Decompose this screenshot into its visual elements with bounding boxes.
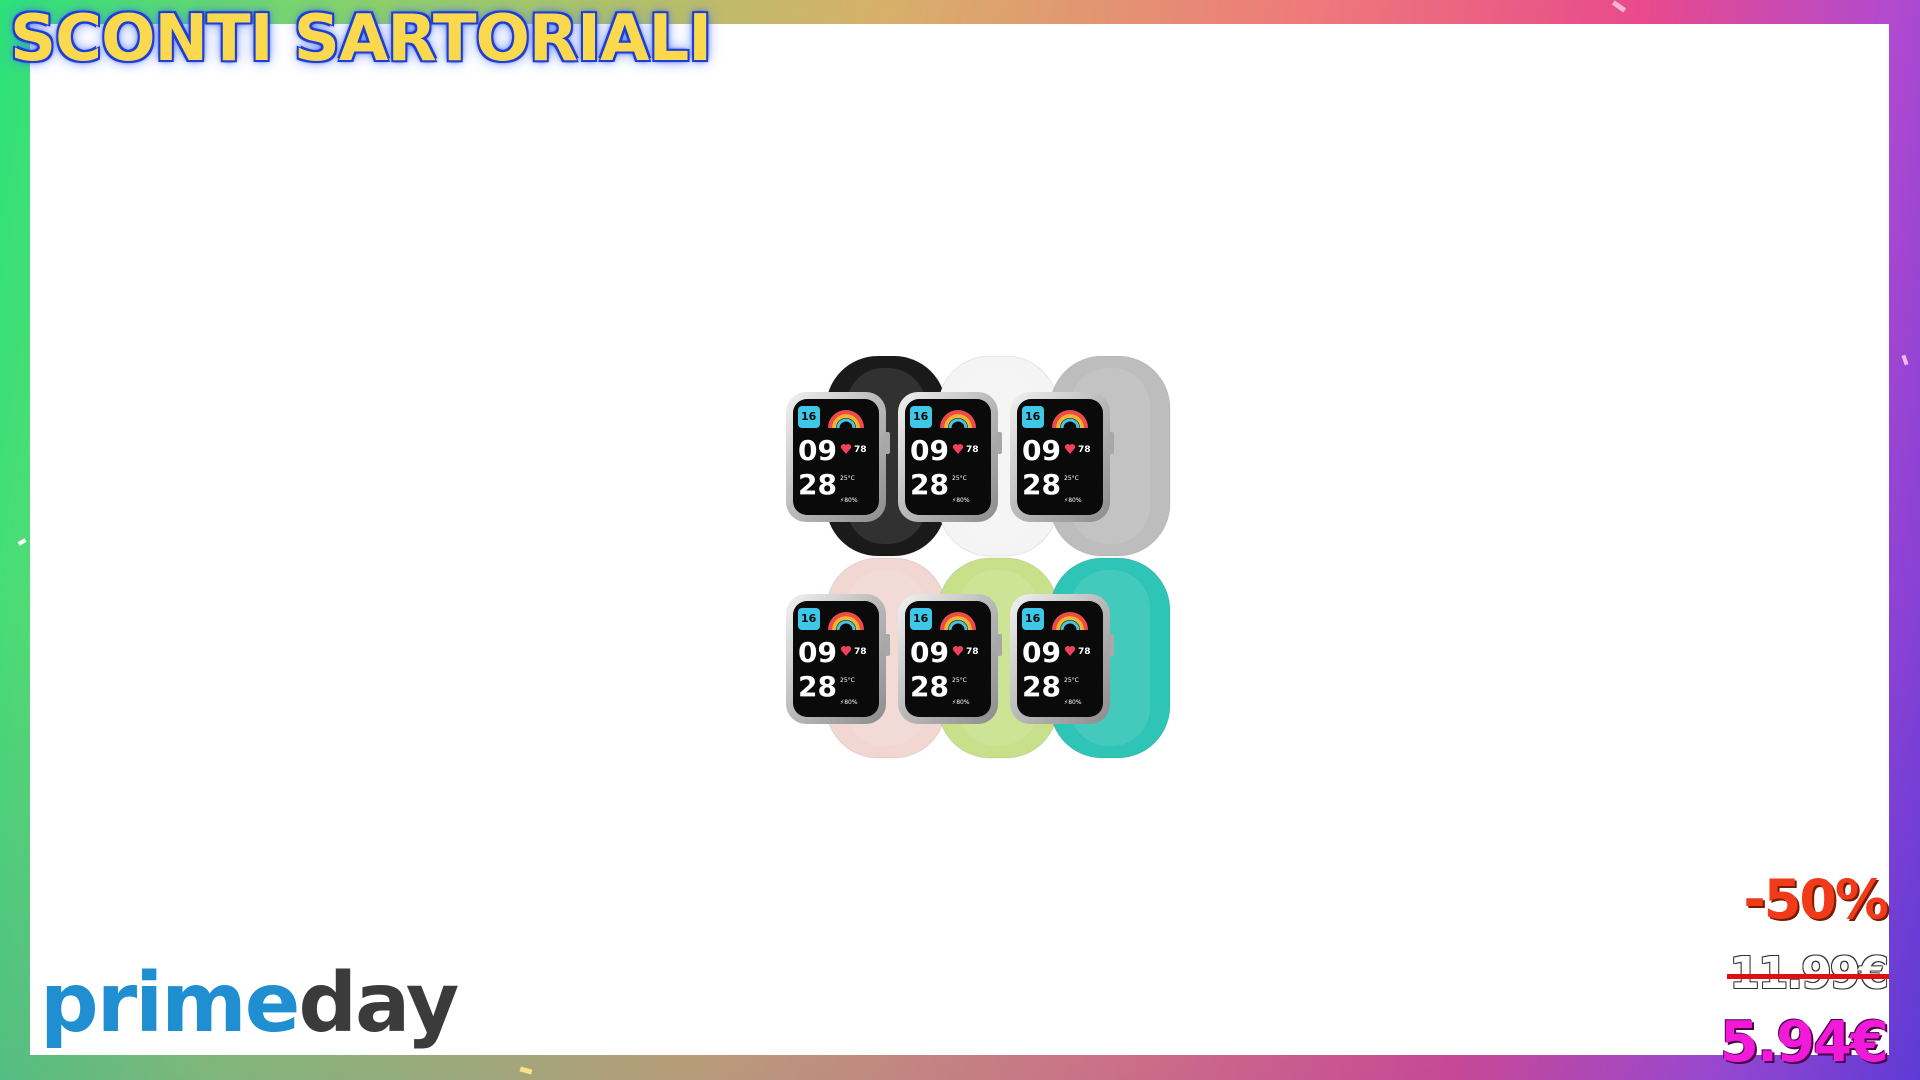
hour-text: 09 [910,636,949,669]
watch-button [1108,432,1114,454]
date-text: 16 [913,410,929,423]
strikethrough-line [1727,974,1889,979]
battery-text: ⚡80% [1064,497,1082,504]
temp-text: 25°C [952,677,967,684]
hour-text: 09 [1022,434,1061,467]
battery-text: ⚡80% [840,699,858,706]
watch-button [884,634,890,656]
product-image: 1609287825°C⚡80%1609287825°C⚡80%16092878… [786,356,1171,759]
minute-text: 28 [798,468,837,501]
watch-button [884,432,890,454]
logo-part-day: day [298,956,459,1051]
battery-text: ⚡80% [952,497,970,504]
new-price: 5.94€ [1719,1010,1889,1075]
watch-button [996,634,1002,656]
heart-rate-text: 78 [854,647,867,657]
heart-rate-text: 78 [966,445,979,455]
watch-button [1108,634,1114,656]
minute-text: 28 [910,468,949,501]
date-text: 16 [913,612,929,625]
prime-day-logo: primeday [40,956,459,1051]
date-text: 16 [801,410,817,423]
date-text: 16 [801,612,817,625]
watch-button [996,432,1002,454]
logo-part-prime: prime [40,956,300,1051]
banner-canvas: 16 09 28 78 25°C ⚡80% 16 09 28 78 25°C ⚡80% 16 09 28 78… [30,24,1889,1055]
hour-text: 09 [910,434,949,467]
minute-text: 28 [910,670,949,703]
hour-text: 09 [798,434,837,467]
date-text: 16 [1025,612,1041,625]
temp-text: 25°C [1064,475,1079,482]
heart-rate-text: 78 [854,445,867,455]
minute-text: 28 [798,670,837,703]
hour-text: 09 [1022,636,1061,669]
discount-badge: -50% [1743,868,1889,931]
battery-text: ⚡80% [1064,699,1082,706]
headline: SCONTI SARTORIALI [10,2,712,76]
date-text: 16 [1025,410,1041,423]
minute-text: 28 [1022,468,1061,501]
temp-text: 25°C [840,475,855,482]
hour-text: 09 [798,636,837,669]
battery-text: ⚡80% [952,699,970,706]
old-price: 11.99€ [1727,948,1889,999]
minute-text: 28 [1022,670,1061,703]
temp-text: 25°C [952,475,967,482]
temp-text: 25°C [840,677,855,684]
heart-rate-text: 78 [1078,647,1091,657]
heart-rate-text: 78 [966,647,979,657]
heart-rate-text: 78 [1078,445,1091,455]
temp-text: 25°C [1064,677,1079,684]
battery-text: ⚡80% [840,497,858,504]
